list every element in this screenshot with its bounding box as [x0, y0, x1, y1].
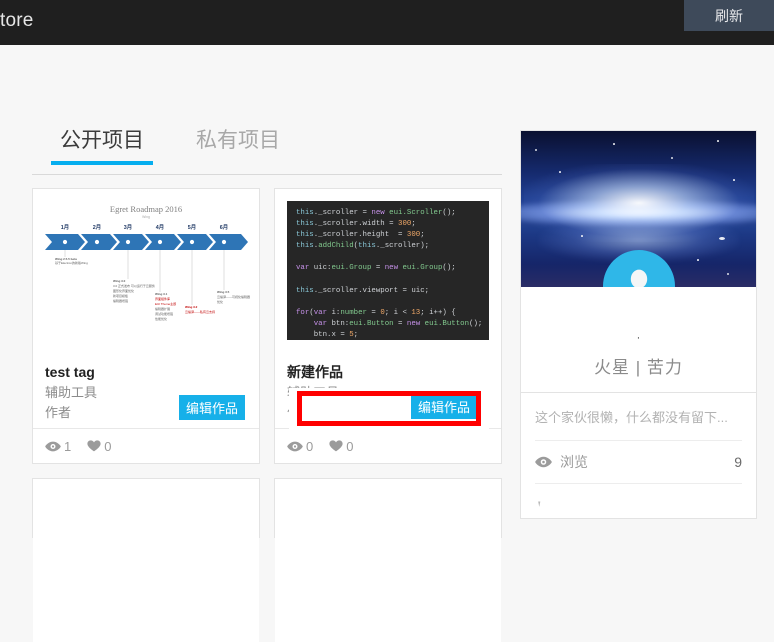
svg-text:3.0 正式发布 可以运行于云服务: 3.0 正式发布 可以运行于云服务: [113, 283, 155, 288]
project-card[interactable]: [32, 478, 260, 642]
svg-text:Wing 3.2: Wing 3.2: [185, 305, 198, 309]
views-count: 0: [306, 438, 314, 454]
page-body: 公开项目 私有项目 Egret Roadmap 2016 Wing 1月 2月 …: [0, 45, 774, 642]
svg-text:图形化界面优化: 图形化界面优化: [113, 288, 134, 293]
svg-text:3月: 3月: [124, 223, 132, 231]
eye-icon: [287, 441, 303, 451]
profile-cover-image: [521, 131, 756, 287]
svg-text:Wing 3.0: Wing 3.0: [113, 279, 126, 283]
svg-text:2月: 2月: [93, 223, 101, 231]
views-stat: 0: [287, 439, 313, 454]
profile-views-row[interactable]: 浏览 9: [535, 441, 742, 484]
svg-text:4月: 4月: [156, 223, 164, 231]
profile-meta: · 火星 | 苦力: [521, 287, 756, 392]
likes-stat: 0: [87, 439, 111, 454]
project-thumbnail[interactable]: [275, 479, 501, 642]
eye-icon: [535, 456, 552, 468]
project-card-body: 新建作品 辅助工具 作者 zc 编辑作品: [275, 352, 501, 430]
roadmap-chart: Egret Roadmap 2016 Wing 1月 2月 3月 4月 5月 6…: [33, 189, 259, 352]
svg-text:界面组件库: 界面组件库: [155, 296, 170, 301]
svg-text:6月: 6月: [220, 223, 228, 231]
project-card-stats: 1 0: [33, 428, 259, 463]
svg-text:Wing 3.1: Wing 3.1: [155, 292, 168, 296]
profile-stats-panel: 这个家伙很懒，什么都没有留下... 浏览 9: [520, 393, 757, 519]
edit-project-button[interactable]: 编辑作品: [178, 395, 245, 420]
views-stat: 1: [45, 439, 71, 454]
profile-sidebar: · 火星 | 苦力 这个家伙很懒，什么都没有留下... 浏览 9: [520, 130, 757, 519]
svg-text:Egret Roadmap 2016: Egret Roadmap 2016: [110, 204, 182, 214]
likes-count: 0: [346, 438, 354, 454]
project-thumbnail[interactable]: [33, 479, 259, 642]
profile-next-row[interactable]: [535, 484, 742, 518]
svg-text:优化: 优化: [217, 299, 223, 304]
svg-text:云编译——私有云支持: 云编译——私有云支持: [185, 309, 215, 314]
svg-text:5月: 5月: [188, 223, 196, 231]
project-tabs: 公开项目 私有项目: [32, 120, 502, 175]
heart-icon: [329, 440, 343, 452]
svg-text:1月: 1月: [61, 223, 69, 231]
project-card[interactable]: this._scroller = new eui.Scroller(); thi…: [274, 188, 502, 464]
app-brand-text: tore: [0, 10, 34, 31]
svg-text:云编译——可视化编辑器: 云编译——可视化编辑器: [217, 294, 250, 299]
code-snippet-preview: this._scroller = new eui.Scroller(); thi…: [287, 201, 489, 340]
svg-text:EUI Theme主题: EUI Theme主题: [155, 301, 176, 306]
project-title: test tag: [45, 364, 95, 380]
svg-text:性能优化: 性能优化: [155, 316, 167, 321]
likes-count: 0: [104, 438, 112, 454]
project-card-stats: 0 0: [275, 428, 501, 463]
refresh-button[interactable]: 刷新: [684, 0, 774, 31]
profile-views-value: 9: [734, 454, 742, 470]
project-card[interactable]: [274, 478, 502, 642]
svg-text:调试功能增强: 调试功能增强: [155, 311, 173, 316]
svg-text:编辑器增强: 编辑器增强: [113, 298, 128, 303]
views-count: 1: [64, 438, 72, 454]
user-avatar-icon: [630, 269, 647, 287]
svg-text:新项目模板: 新项目模板: [113, 293, 128, 298]
project-card-grid: Egret Roadmap 2016 Wing 1月 2月 3月 4月 5月 6…: [32, 175, 502, 642]
project-card-body: test tag 辅助工具 作者 编辑作品: [33, 352, 259, 428]
profile-username: 火星 | 苦力: [594, 358, 683, 377]
svg-text:Wing: Wing: [142, 215, 150, 219]
project-thumbnail-code[interactable]: this._scroller = new eui.Scroller(); thi…: [275, 189, 501, 352]
svg-text:基于Electron的新版Wing: 基于Electron的新版Wing: [55, 260, 88, 265]
profile-bio: 这个家伙很懒，什么都没有留下...: [535, 393, 742, 441]
edit-project-button[interactable]: 编辑作品: [410, 394, 477, 419]
tab-public-projects[interactable]: 公开项目: [51, 120, 153, 166]
svg-text:编辑器扩展: 编辑器扩展: [155, 306, 170, 311]
profile-separator-dot: ·: [636, 332, 641, 344]
partial-icon: [538, 501, 541, 507]
project-card[interactable]: Egret Roadmap 2016 Wing 1月 2月 3月 4月 5月 6…: [32, 188, 260, 464]
heart-icon: [87, 440, 101, 452]
likes-stat: 0: [329, 439, 353, 454]
top-bar: tore 刷新: [0, 0, 774, 45]
profile-card: · 火星 | 苦力: [520, 130, 757, 393]
profile-views-label: 浏览: [560, 454, 588, 470]
project-thumbnail-roadmap[interactable]: Egret Roadmap 2016 Wing 1月 2月 3月 4月 5月 6…: [33, 189, 259, 352]
project-title: 新建作品: [287, 364, 343, 380]
svg-text:Wing 3.5: Wing 3.5: [217, 290, 230, 294]
projects-panel: 公开项目 私有项目 Egret Roadmap 2016 Wing 1月 2月 …: [32, 120, 502, 642]
tab-private-projects[interactable]: 私有项目: [190, 120, 286, 153]
eye-icon: [45, 441, 61, 451]
